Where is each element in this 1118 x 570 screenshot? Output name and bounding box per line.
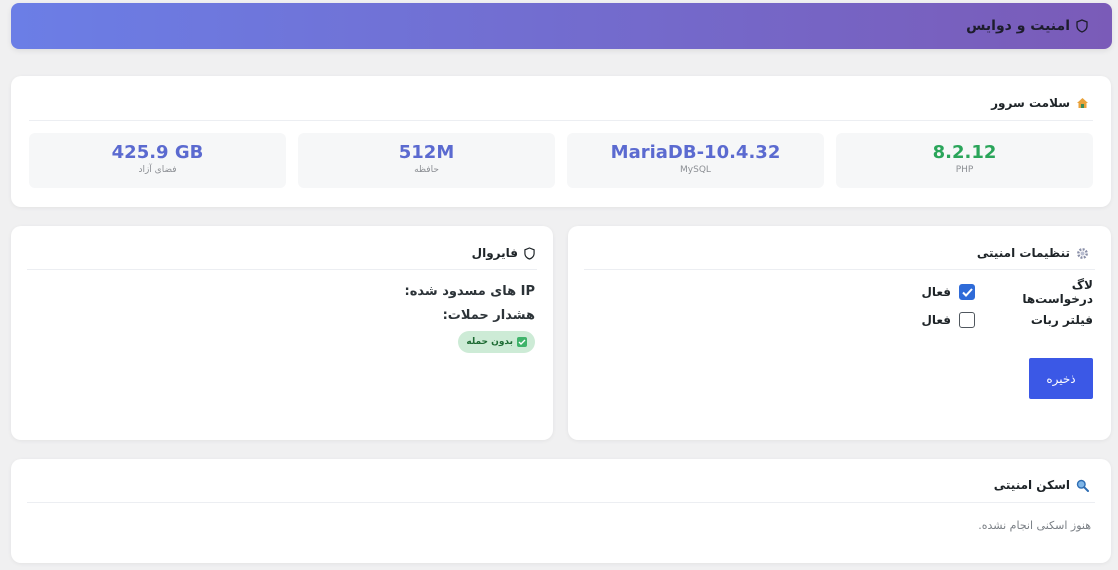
page-header: امنیت و دوایس: [11, 3, 1112, 49]
stat-disk: 425.9 GB فضای آزاد: [29, 133, 286, 188]
stat-mysql: MariaDB-10.4.32 MySQL: [567, 133, 824, 188]
search-icon: [1076, 479, 1089, 492]
checkbox-label[interactable]: فعال: [921, 313, 951, 327]
divider: [29, 120, 1093, 121]
check-icon: [517, 337, 527, 347]
attack-alerts-label: هشدار حملات:: [442, 308, 535, 323]
firewall-card: فایروال IP های مسدود شده: هشدار حملات: ب…: [11, 226, 553, 440]
request-log-checkbox[interactable]: [959, 284, 975, 300]
setting-request-log: لاگ درخواست‌ها فعال: [921, 278, 1093, 306]
security-settings-card: تنظیمات امنیتی لاگ درخواست‌ها فعال فیلتر…: [568, 226, 1111, 440]
stat-label: فضای آزاد: [138, 165, 177, 175]
bot-filter-checkbox[interactable]: [959, 312, 975, 328]
page-title-text: امنیت و دوایس: [966, 18, 1070, 34]
shield-icon: [1076, 19, 1088, 33]
setting-label: لاگ درخواست‌ها: [1022, 278, 1093, 306]
stat-label: حافظه: [414, 165, 439, 175]
badge-text: بدون حمله: [466, 337, 513, 347]
setting-bot-filter: فیلتر ربات فعال: [921, 311, 1093, 329]
security-scan-title: اسکن امنیتی: [994, 478, 1089, 492]
gear-icon: [1077, 247, 1088, 259]
blocked-ips-label: IP های مسدود شده:: [404, 284, 535, 299]
setting-label: فیلتر ربات: [1030, 313, 1093, 327]
scan-status-message: هنوز اسکنی انجام نشده.: [978, 519, 1091, 532]
stat-memory: 512M حافظه: [298, 133, 555, 188]
security-scan-card: اسکن امنیتی هنوز اسکنی انجام نشده.: [11, 459, 1111, 563]
divider: [27, 269, 537, 270]
stat-label: PHP: [955, 165, 974, 175]
firewall-title: فایروال: [472, 246, 535, 260]
stat-value: 425.9 GB: [111, 142, 204, 163]
stat-value: MariaDB-10.4.32: [610, 142, 781, 163]
stat-label: MySQL: [680, 165, 711, 175]
stat-value: 8.2.12: [932, 142, 997, 163]
page-title: امنیت و دوایس: [966, 18, 1088, 34]
stat-php: 8.2.12 PHP: [836, 133, 1093, 188]
check-icon: [961, 287, 973, 297]
divider: [584, 269, 1095, 270]
save-button[interactable]: ذخیره: [1029, 358, 1093, 399]
bot-filter-toggle[interactable]: فعال: [921, 312, 975, 328]
checkbox-label[interactable]: فعال: [921, 285, 951, 299]
request-log-toggle[interactable]: فعال: [921, 284, 975, 300]
divider: [27, 502, 1095, 503]
server-health-card: سلامت سرور 8.2.12 PHP MariaDB-10.4.32 My…: [11, 76, 1111, 207]
stat-value: 512M: [398, 142, 455, 163]
shield-icon: [524, 246, 535, 260]
server-health-title: سلامت سرور: [991, 96, 1089, 110]
security-settings-title: تنظیمات امنیتی: [977, 246, 1089, 260]
house-icon: [1077, 98, 1088, 108]
status-badge: بدون حمله: [458, 331, 535, 353]
